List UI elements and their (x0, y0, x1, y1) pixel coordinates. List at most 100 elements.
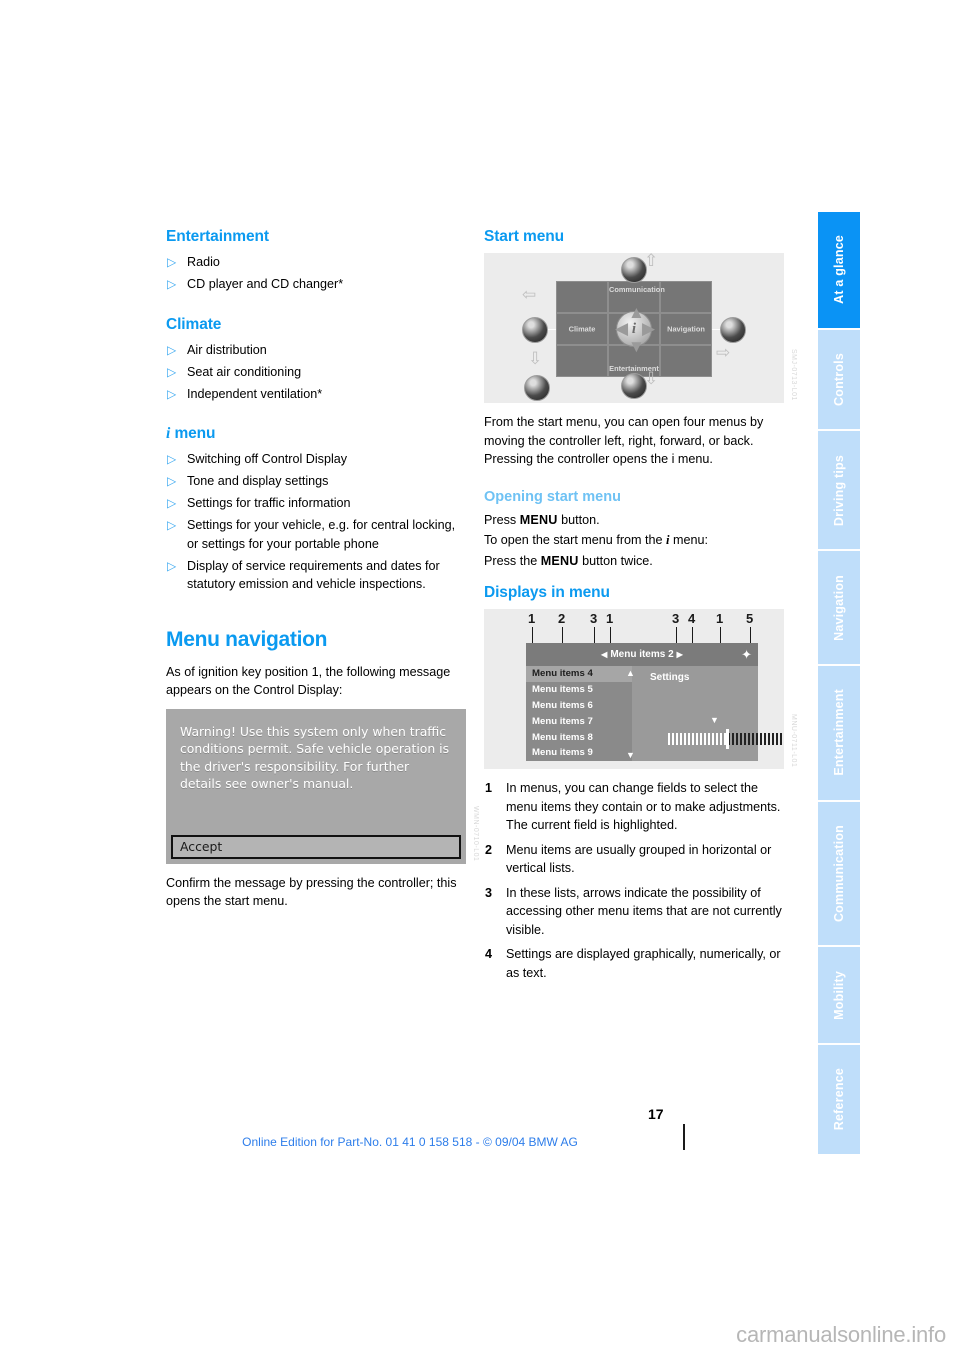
tab-label: Controls (832, 353, 846, 407)
controller-ball-icon (524, 375, 550, 401)
scroll-down-arrow-icon[interactable]: ▼ (626, 750, 635, 760)
numbered-note: 3 In these lists, arrows indicate the po… (484, 884, 784, 940)
triangle-right-icon: ▷ (167, 342, 177, 357)
list-item[interactable]: Menu items 5 (526, 682, 632, 698)
menu-title-bar: ◀ Menu items 2 ▶ (526, 643, 758, 666)
control-display-screen: ◀ Menu items 2 ▶ Menu items 4 Menu items… (526, 643, 784, 761)
callout-number: 3 (590, 611, 598, 626)
displays-in-menu-diagram: 1 2 3 1 3 4 1 5 ◀ Menu items 2 ▶ Menu it… (484, 609, 784, 769)
figure-code: WMN-0710-L01 (472, 806, 479, 862)
gauge-marker-icon: ▼ (710, 715, 719, 725)
step-text-post: menu: (669, 533, 709, 547)
four-way-cursor-icon: ✦ (741, 647, 752, 662)
push-left-arrow-icon: ⇦ (522, 285, 537, 304)
sidebar-item-mobility[interactable]: Mobility (818, 947, 860, 1043)
list-item: ▷ Independent ventilation* (166, 385, 466, 404)
site-watermark: carmanualsonline.info (736, 1322, 946, 1347)
grid-cell (556, 345, 608, 377)
menu-navigation-intro: As of ignition key position 1, the follo… (166, 664, 451, 698)
triangle-right-icon: ▷ (167, 558, 177, 573)
list-item: ▷ Settings for your vehicle, e.g. for ce… (166, 516, 466, 553)
sidebar-item-entertainment[interactable]: Entertainment (818, 666, 860, 800)
heading-climate: Climate (166, 315, 222, 333)
settings-gauge-cursor[interactable] (726, 729, 729, 749)
entertainment-list: ▷ Radio ▷ CD player and CD changer* (166, 253, 466, 294)
settings-gauge-remainder (728, 733, 784, 745)
list-item[interactable]: Menu items 6 (526, 698, 632, 714)
figure-displays-in-menu: 1 2 3 1 3 4 1 5 ◀ Menu items 2 ▶ Menu it… (484, 609, 797, 769)
menu-title-label: Menu items 2 (610, 649, 674, 660)
push-right-arrow-icon: ⇨ (716, 343, 731, 362)
heading-start-menu: Start menu (484, 228, 564, 245)
step-text-post: button twice. (578, 553, 653, 568)
figure-code: SMJ-0713-L01 (790, 349, 797, 401)
triangle-right-icon: ▷ (167, 474, 177, 488)
heading-entertainment: Entertainment (166, 228, 269, 245)
triangle-right-icon: ▷ (167, 364, 177, 379)
triangle-right-icon: ▷ (167, 255, 177, 269)
accept-button[interactable]: Accept (171, 834, 461, 859)
menu-navigation-outro: Confirm the message by pressing the cont… (166, 875, 457, 909)
control-display-warning: Warning! Use this system only when traff… (166, 708, 466, 864)
numbered-note: 1 In menus, you can change fields to sel… (484, 779, 784, 835)
manual-page: At a glance Controls Driving tips Naviga… (0, 0, 960, 1358)
list-item: ▷ CD player and CD changer* (166, 275, 466, 294)
section-tab-strip: At a glance Controls Driving tips Naviga… (818, 212, 860, 1154)
list-item[interactable]: Menu items 7 (526, 713, 632, 729)
callout-number: 1 (528, 611, 536, 626)
numbered-note: 4 Settings are displayed graphically, nu… (484, 945, 784, 982)
list-item-label: Display of service requirements and date… (187, 558, 440, 592)
grid-cell-navigation[interactable]: Navigation (660, 313, 712, 345)
controller-ball-icon (720, 317, 746, 343)
tab-label: Navigation (832, 574, 846, 641)
left-column: Entertainment ▷ Radio ▷ CD player and CD… (166, 228, 479, 920)
heading-opening-start-menu: Opening start menu (484, 488, 621, 505)
list-item-label: Radio (187, 255, 220, 269)
list-item-label: Air distribution (187, 342, 267, 357)
sidebar-item-driving-tips[interactable]: Driving tips (818, 431, 860, 550)
grid-cell-climate[interactable]: Climate (556, 313, 608, 345)
heading-displays-in-menu: Displays in menu (484, 584, 610, 601)
grid-cell (556, 281, 608, 313)
settings-panel: Settings (632, 666, 784, 761)
sidebar-item-communication[interactable]: Communication (818, 801, 860, 946)
scroll-up-arrow-icon[interactable]: ▲ (626, 668, 635, 678)
triangle-right-icon: ▷ (167, 277, 177, 291)
sidebar-item-controls[interactable]: Controls (818, 329, 860, 430)
list-item: ▷ Settings for traffic information (166, 494, 466, 513)
figure-code: MNU-0711-L01 (790, 713, 797, 767)
callout-number: 1 (716, 611, 724, 626)
callout-number: 3 (672, 611, 680, 626)
tab-label: Driving tips (832, 454, 846, 526)
figure-start-menu: Communication Climate Navigation Enterta… (484, 253, 797, 403)
tab-label: At a glance (832, 235, 846, 305)
sidebar-item-at-a-glance[interactable]: At a glance (818, 212, 860, 328)
settings-label: Settings (650, 672, 690, 683)
list-item[interactable]: Menu items 8 (526, 729, 632, 745)
list-item[interactable]: Menu items 4 (526, 666, 632, 682)
sidebar-item-reference[interactable]: Reference (818, 1044, 860, 1154)
arrow-down-icon: ▼ (628, 337, 645, 356)
step-text-pre: Press the (484, 553, 541, 568)
note-number: 2 (485, 842, 493, 857)
chevron-right-icon: ▶ (676, 650, 683, 659)
sidebar-item-navigation[interactable]: Navigation (818, 551, 860, 665)
list-item-label: CD player and CD changer* (187, 277, 344, 291)
climate-list: ▷ Air distribution ▷ Seat air conditioni… (166, 341, 466, 404)
list-item[interactable]: Menu items 9 (526, 745, 632, 761)
list-item-label: Independent ventilation* (187, 386, 323, 401)
callout-number: 2 (558, 611, 566, 626)
callout-number: 4 (688, 611, 696, 626)
triangle-right-icon: ▷ (167, 496, 177, 510)
list-item-label: Seat air conditioning (187, 364, 302, 379)
quadrant-label-climate: Climate (568, 324, 596, 334)
list-item: ▷ Seat air conditioning (166, 363, 466, 382)
list-item-label: Settings for traffic information (187, 496, 351, 510)
tab-label: Reference (832, 1068, 846, 1131)
heading-i-menu: i menu (166, 425, 466, 443)
heading-i-menu-label: menu (174, 425, 216, 442)
grid-cell (660, 281, 712, 313)
figure-warning-display: Warning! Use this system only when traff… (166, 708, 479, 864)
callout-number: 1 (606, 611, 614, 626)
heading-menu-navigation: Menu navigation (166, 627, 328, 651)
